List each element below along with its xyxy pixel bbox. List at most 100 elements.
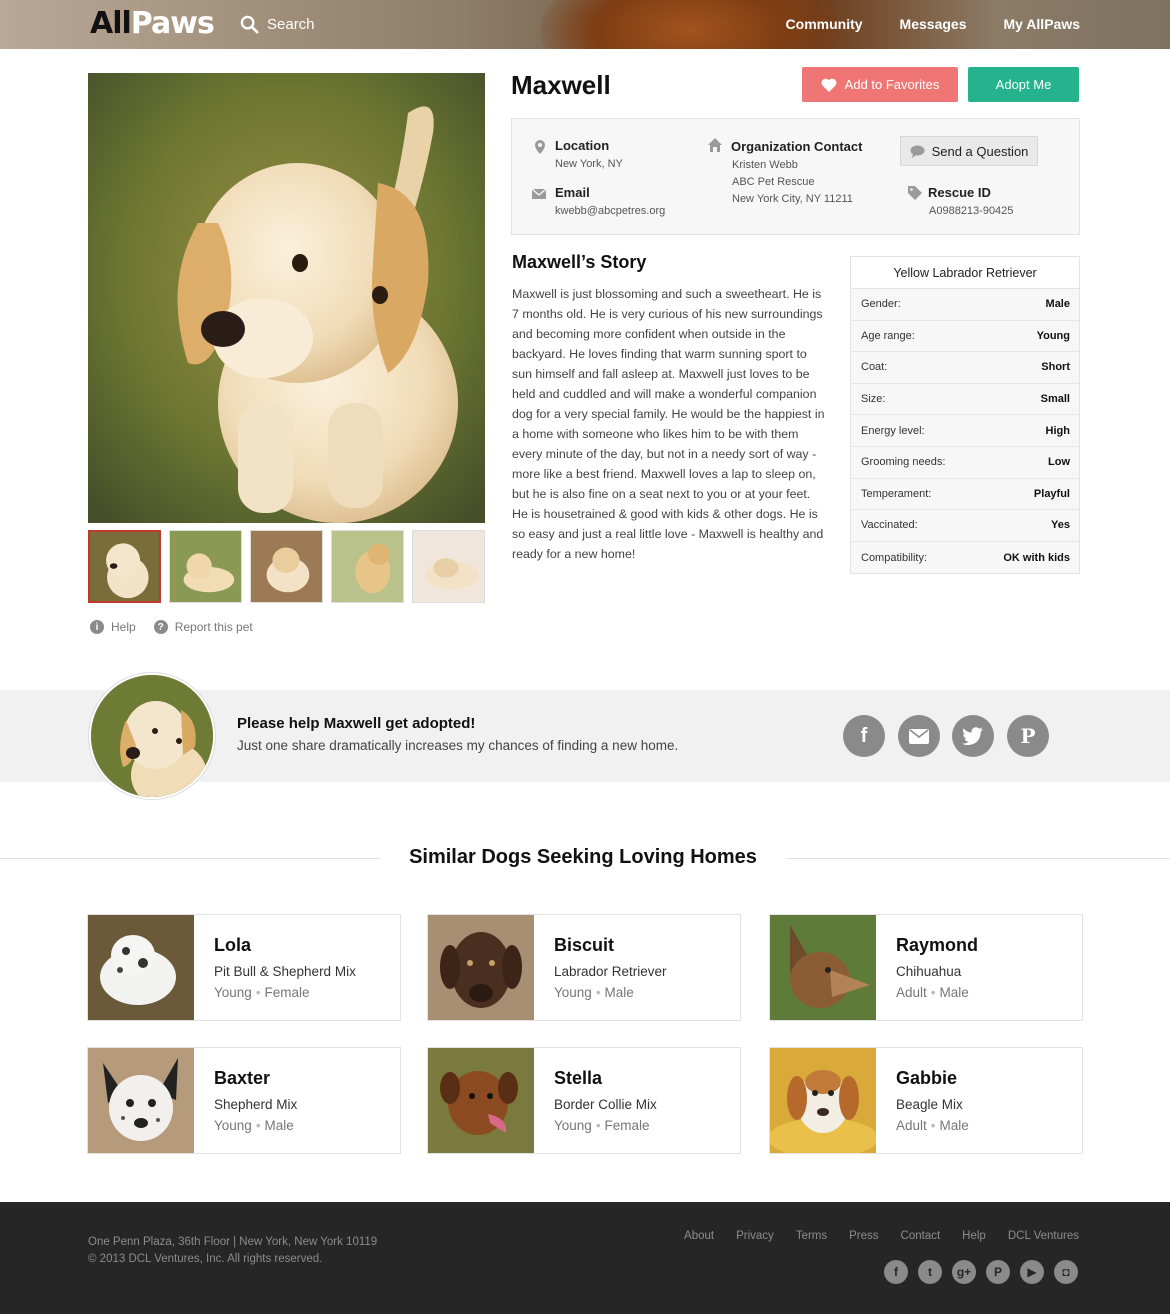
dog-photo (770, 1048, 876, 1153)
pet-name: Maxwell (511, 70, 611, 100)
share-title: Please help Maxwell get adopted! (237, 715, 476, 732)
google-plus-icon[interactable]: g+ (952, 1260, 976, 1284)
attribute-row-size: Size: Small (851, 383, 1079, 416)
instagram-icon[interactable]: ◘ (1054, 1260, 1078, 1284)
dog-photo (428, 1048, 534, 1153)
attribute-key: Vaccinated: (861, 519, 918, 532)
email-value[interactable]: kwebb@abcpetres.org (555, 203, 665, 220)
attribute-key: Coat: (861, 361, 888, 374)
send-question-button[interactable]: Send a Question (900, 136, 1038, 166)
dog-age: Adult (896, 1118, 927, 1133)
org-contact-label: Organization Contact (731, 139, 863, 154)
dog-gender: Female (264, 985, 310, 1000)
similar-dog-card[interactable]: Baxter Shepherd Mix Young • Male (87, 1047, 401, 1154)
attribute-row-energy: Energy level: High (851, 415, 1079, 447)
dog-age: Adult (896, 985, 927, 1000)
similar-dog-card[interactable]: Raymond Chihuahua Adult • Male (769, 914, 1083, 1021)
adopt-me-button[interactable]: Adopt Me (968, 67, 1079, 102)
similar-dog-card[interactable]: Gabbie Beagle Mix Adult • Male (769, 1047, 1083, 1154)
thumbnail-3[interactable] (250, 530, 323, 603)
dog-breed: Labrador Retriever (554, 964, 667, 979)
footer-link-terms[interactable]: Terms (796, 1230, 827, 1242)
attribute-value: High (1045, 424, 1070, 437)
attribute-key: Size: (861, 393, 886, 406)
footer-link-help[interactable]: Help (962, 1230, 986, 1242)
youtube-icon[interactable]: ▶ (1020, 1260, 1044, 1284)
share-facebook-button[interactable]: f (843, 715, 885, 757)
footer-link-contact[interactable]: Contact (901, 1230, 941, 1242)
dog-name: Lola (214, 935, 252, 955)
attribute-row-temperament: Temperament: Playful (851, 478, 1079, 511)
logo-all: All (90, 6, 132, 41)
attribute-row-vaccinated: Vaccinated: Yes (851, 510, 1079, 542)
attribute-row-age: Age range: Young (851, 320, 1079, 353)
attribute-key: Temperament: (861, 487, 932, 500)
pinterest-icon[interactable]: P (986, 1260, 1010, 1284)
footer-link-about[interactable]: About (684, 1230, 714, 1242)
footer-copyright: © 2013 DCL Ventures, Inc. All rights res… (88, 1253, 323, 1265)
footer-address: One Penn Plaza, 36th Floor | New York, N… (88, 1236, 378, 1248)
email-label: Email (555, 185, 590, 200)
nav-my-allpaws[interactable]: My AllPaws (1003, 16, 1080, 32)
home-icon (708, 138, 722, 152)
search-icon (240, 15, 259, 34)
attribute-row-coat: Coat: Short (851, 352, 1079, 384)
org-contact-address: New York City, NY 11211 (732, 193, 853, 205)
footer-link-dcl-ventures[interactable]: DCL Ventures (1008, 1230, 1079, 1242)
thumbnail-2[interactable] (169, 530, 242, 603)
search-button[interactable]: Search (240, 15, 315, 34)
email-icon (909, 728, 929, 744)
similar-dog-card[interactable]: Stella Border Collie Mix Young • Female (427, 1047, 741, 1154)
similar-dog-card[interactable]: Lola Pit Bull & Shepherd Mix Young • Female (87, 914, 401, 1021)
facebook-icon[interactable]: f (884, 1260, 908, 1284)
dog-name: Stella (554, 1068, 603, 1088)
similar-dog-card[interactable]: Biscuit Labrador Retriever Young • Male (427, 914, 741, 1021)
rescue-id-value: A0988213-90425 (929, 205, 1014, 217)
footer-link-privacy[interactable]: Privacy (736, 1230, 774, 1242)
divider-left (0, 858, 380, 859)
add-to-favorites-button[interactable]: Add to Favorites (802, 67, 958, 102)
dog-breed: Shepherd Mix (214, 1097, 298, 1112)
report-link[interactable]: ? Report this pet (153, 620, 253, 634)
search-label: Search (267, 16, 315, 33)
thumbnail-1[interactable] (88, 530, 161, 603)
attribute-value: Male (1045, 298, 1070, 311)
footer-social: f t g+ P ▶ ◘ (884, 1260, 1078, 1284)
dog-name: Baxter (214, 1068, 271, 1088)
dog-gender: Male (939, 985, 969, 1000)
footer-link-press[interactable]: Press (849, 1230, 878, 1242)
dog-photo (88, 1048, 194, 1153)
attribute-key: Gender: (861, 298, 901, 311)
nav-messages[interactable]: Messages (900, 16, 967, 32)
site-header: All Paws Search Community Messages My All… (0, 0, 1170, 49)
dog-photo (770, 915, 876, 1020)
share-email-button[interactable] (898, 715, 940, 757)
attribute-key: Age range: (861, 329, 915, 342)
top-nav: Community Messages My AllPaws (786, 16, 1080, 32)
dog-photo (428, 915, 534, 1020)
dog-name: Gabbie (896, 1068, 958, 1088)
dog-name: Raymond (896, 935, 979, 955)
help-link[interactable]: i Help (90, 620, 136, 634)
info-icon: i (90, 620, 104, 634)
nav-community[interactable]: Community (786, 16, 863, 32)
puppy-illustration (88, 73, 485, 523)
twitter-icon[interactable]: t (918, 1260, 942, 1284)
share-pinterest-button[interactable]: P (1007, 715, 1049, 757)
share-twitter-button[interactable] (952, 715, 994, 757)
location-label: Location (555, 138, 610, 153)
question-icon: ? (153, 620, 168, 634)
dog-breed: Chihuahua (896, 964, 962, 979)
org-contact-org: ABC Pet Rescue (732, 176, 815, 188)
attributes-table: Yellow Labrador Retriever Gender: Male Ag… (850, 256, 1080, 575)
pet-links: i Help ? Report this pet (90, 620, 253, 634)
story-title: Maxwell’s Story (512, 252, 647, 272)
attribute-row-compatibility: Compatibility: OK with kids (851, 541, 1079, 574)
allpaws-logo[interactable]: All Paws (90, 6, 215, 42)
footer-links: About Privacy Terms Press Contact Help D… (684, 1230, 1079, 1242)
attribute-value: Yes (1051, 519, 1070, 532)
main-pet-photo[interactable] (88, 73, 485, 523)
thumbnail-5[interactable] (412, 530, 485, 603)
thumbnail-4[interactable] (331, 530, 404, 603)
org-contact-name: Kristen Webb (732, 159, 798, 171)
